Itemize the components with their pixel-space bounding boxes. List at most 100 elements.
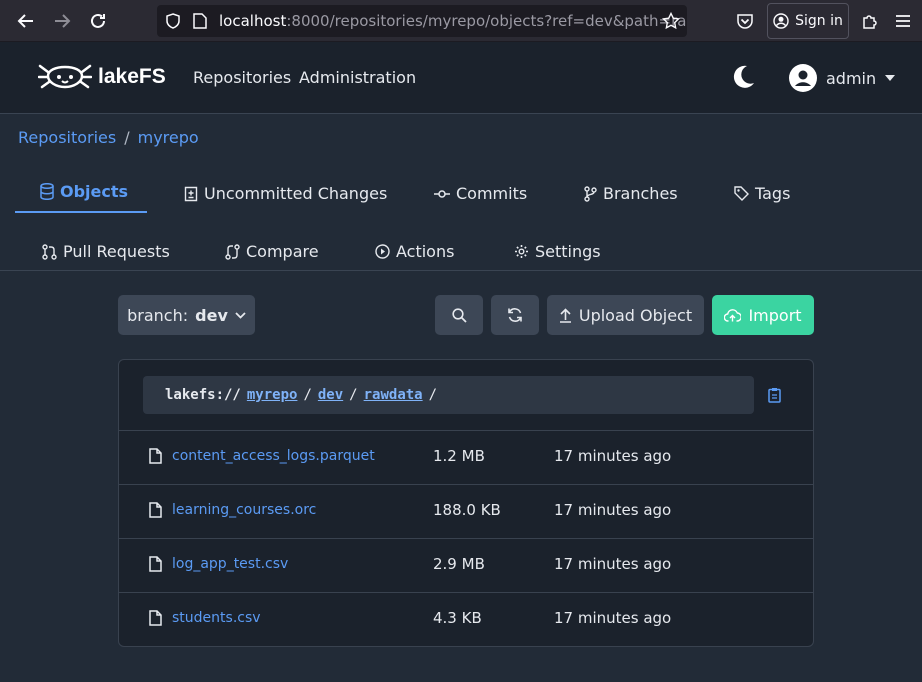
file-modified: 17 minutes ago <box>554 609 672 627</box>
objects-card: lakefs:// myrepo / dev / rawdata / content_acc… <box>118 359 814 647</box>
file-size: 188.0 KB <box>433 501 501 519</box>
back-arrow-icon <box>17 14 33 28</box>
compare-icon <box>225 243 240 260</box>
tabs-divider <box>0 270 922 271</box>
path-segment-branch[interactable]: dev <box>318 387 343 403</box>
commit-icon <box>434 189 450 198</box>
caret-down-icon <box>885 75 896 81</box>
copy-path-button[interactable] <box>768 387 781 407</box>
sign-in-button[interactable]: Sign in <box>767 3 849 39</box>
forward-arrow-icon <box>55 14 71 28</box>
path-segment-repo[interactable]: myrepo <box>247 387 298 403</box>
tab-settings[interactable]: Settings <box>514 242 601 261</box>
path-separator: / <box>303 387 312 403</box>
pocket-icon <box>737 14 753 29</box>
table-row[interactable]: students.csv 4.3 KB 17 minutes ago <box>119 592 813 646</box>
account-icon <box>773 13 789 29</box>
file-icon <box>149 610 162 626</box>
tab-compare[interactable]: Compare <box>225 242 319 261</box>
reload-button[interactable] <box>84 7 112 35</box>
tab-commits-label: Commits <box>456 184 528 203</box>
tab-uncommitted-label: Uncommitted Changes <box>204 184 388 203</box>
play-icon <box>375 244 390 259</box>
hamburger-icon <box>896 15 910 27</box>
tab-branches-label: Branches <box>603 184 678 203</box>
back-button[interactable] <box>12 7 40 35</box>
diff-icon <box>184 186 198 201</box>
moon-icon <box>733 65 754 88</box>
search-icon <box>451 307 467 323</box>
app-navbar: lakeFS Repositories Administration admin <box>0 42 922 114</box>
forward-button[interactable] <box>48 7 76 35</box>
browser-toolbar: localhost:8000/repositories/myrepo/objec… <box>0 0 922 42</box>
tab-branches[interactable]: Branches <box>584 184 678 203</box>
user-menu[interactable]: admin <box>789 64 896 92</box>
nav-administration-link[interactable]: Administration <box>299 68 416 87</box>
sign-in-label: Sign in <box>795 13 843 29</box>
file-name-link[interactable]: learning_courses.orc <box>172 502 316 518</box>
file-name-link[interactable]: students.csv <box>172 610 261 626</box>
file-icon <box>149 556 162 572</box>
puzzle-icon <box>863 15 877 29</box>
tab-actions[interactable]: Actions <box>375 242 454 261</box>
chevron-down-icon <box>235 311 246 319</box>
clipboard-icon <box>768 388 781 403</box>
page-icon <box>193 13 207 29</box>
table-row[interactable]: log_app_test.csv 2.9 MB 17 minutes ago <box>119 538 813 592</box>
menu-button[interactable] <box>889 7 917 35</box>
tab-pull-requests[interactable]: Pull Requests <box>42 242 170 261</box>
reload-icon <box>91 13 105 28</box>
branch-prefix: branch: <box>127 305 189 325</box>
path-trailing-separator: / <box>428 387 438 403</box>
branch-name: dev <box>195 305 228 325</box>
shield-icon[interactable] <box>165 13 181 29</box>
tab-settings-label: Settings <box>535 242 601 261</box>
tab-commits[interactable]: Commits <box>434 184 527 203</box>
axolotl-logo-icon <box>38 64 92 89</box>
bookmark-star-icon[interactable] <box>662 12 680 30</box>
url-text: localhost:8000/repositories/myrepo/objec… <box>219 12 687 30</box>
breadcrumb-repositories[interactable]: Repositories <box>18 128 116 147</box>
object-path: lakefs:// myrepo / dev / rawdata / <box>143 376 754 414</box>
tab-compare-label: Compare <box>246 242 319 261</box>
user-avatar-icon <box>789 64 817 92</box>
breadcrumb-separator: / <box>124 128 130 147</box>
file-name-link[interactable]: log_app_test.csv <box>172 556 288 572</box>
tab-actions-label: Actions <box>396 242 455 261</box>
import-button[interactable]: Import <box>712 295 814 335</box>
path-segment-folder[interactable]: rawdata <box>364 387 423 403</box>
file-icon <box>149 448 162 464</box>
tab-tags[interactable]: Tags <box>734 184 790 203</box>
database-icon <box>40 183 54 200</box>
address-bar[interactable]: localhost:8000/repositories/myrepo/objec… <box>157 5 687 37</box>
upload-object-label: Upload Object <box>578 305 693 325</box>
path-separator: / <box>349 387 358 403</box>
search-button[interactable] <box>435 295 483 335</box>
breadcrumb: Repositories / myrepo <box>18 128 199 147</box>
extensions-button[interactable] <box>856 7 884 35</box>
table-row[interactable]: learning_courses.orc 188.0 KB 17 minutes… <box>119 484 813 538</box>
tab-pull-requests-label: Pull Requests <box>63 242 170 261</box>
tag-icon <box>734 186 749 201</box>
import-label: Import <box>748 305 802 325</box>
refresh-icon <box>508 308 522 322</box>
brand-name: lakeFS <box>98 65 166 88</box>
pocket-button[interactable] <box>731 7 759 35</box>
table-row[interactable]: content_access_logs.parquet 1.2 MB 17 mi… <box>119 430 813 484</box>
nav-repositories-link[interactable]: Repositories <box>193 68 291 87</box>
refresh-button[interactable] <box>491 295 539 335</box>
tab-objects-label: Objects <box>60 182 129 201</box>
username: admin <box>826 68 877 88</box>
file-name-link[interactable]: content_access_logs.parquet <box>172 448 375 464</box>
tab-uncommitted-changes[interactable]: Uncommitted Changes <box>184 184 387 203</box>
breadcrumb-repo[interactable]: myrepo <box>138 128 199 147</box>
path-prefix: lakefs:// <box>165 387 241 403</box>
upload-icon <box>559 307 571 323</box>
active-tab-indicator <box>15 211 147 213</box>
file-icon <box>149 502 162 518</box>
brand-logo[interactable]: lakeFS <box>38 62 166 92</box>
tab-objects[interactable]: Objects <box>40 182 128 201</box>
upload-object-button[interactable]: Upload Object <box>547 295 704 335</box>
theme-toggle-button[interactable] <box>730 64 756 94</box>
branch-selector[interactable]: branch: dev <box>118 295 255 335</box>
